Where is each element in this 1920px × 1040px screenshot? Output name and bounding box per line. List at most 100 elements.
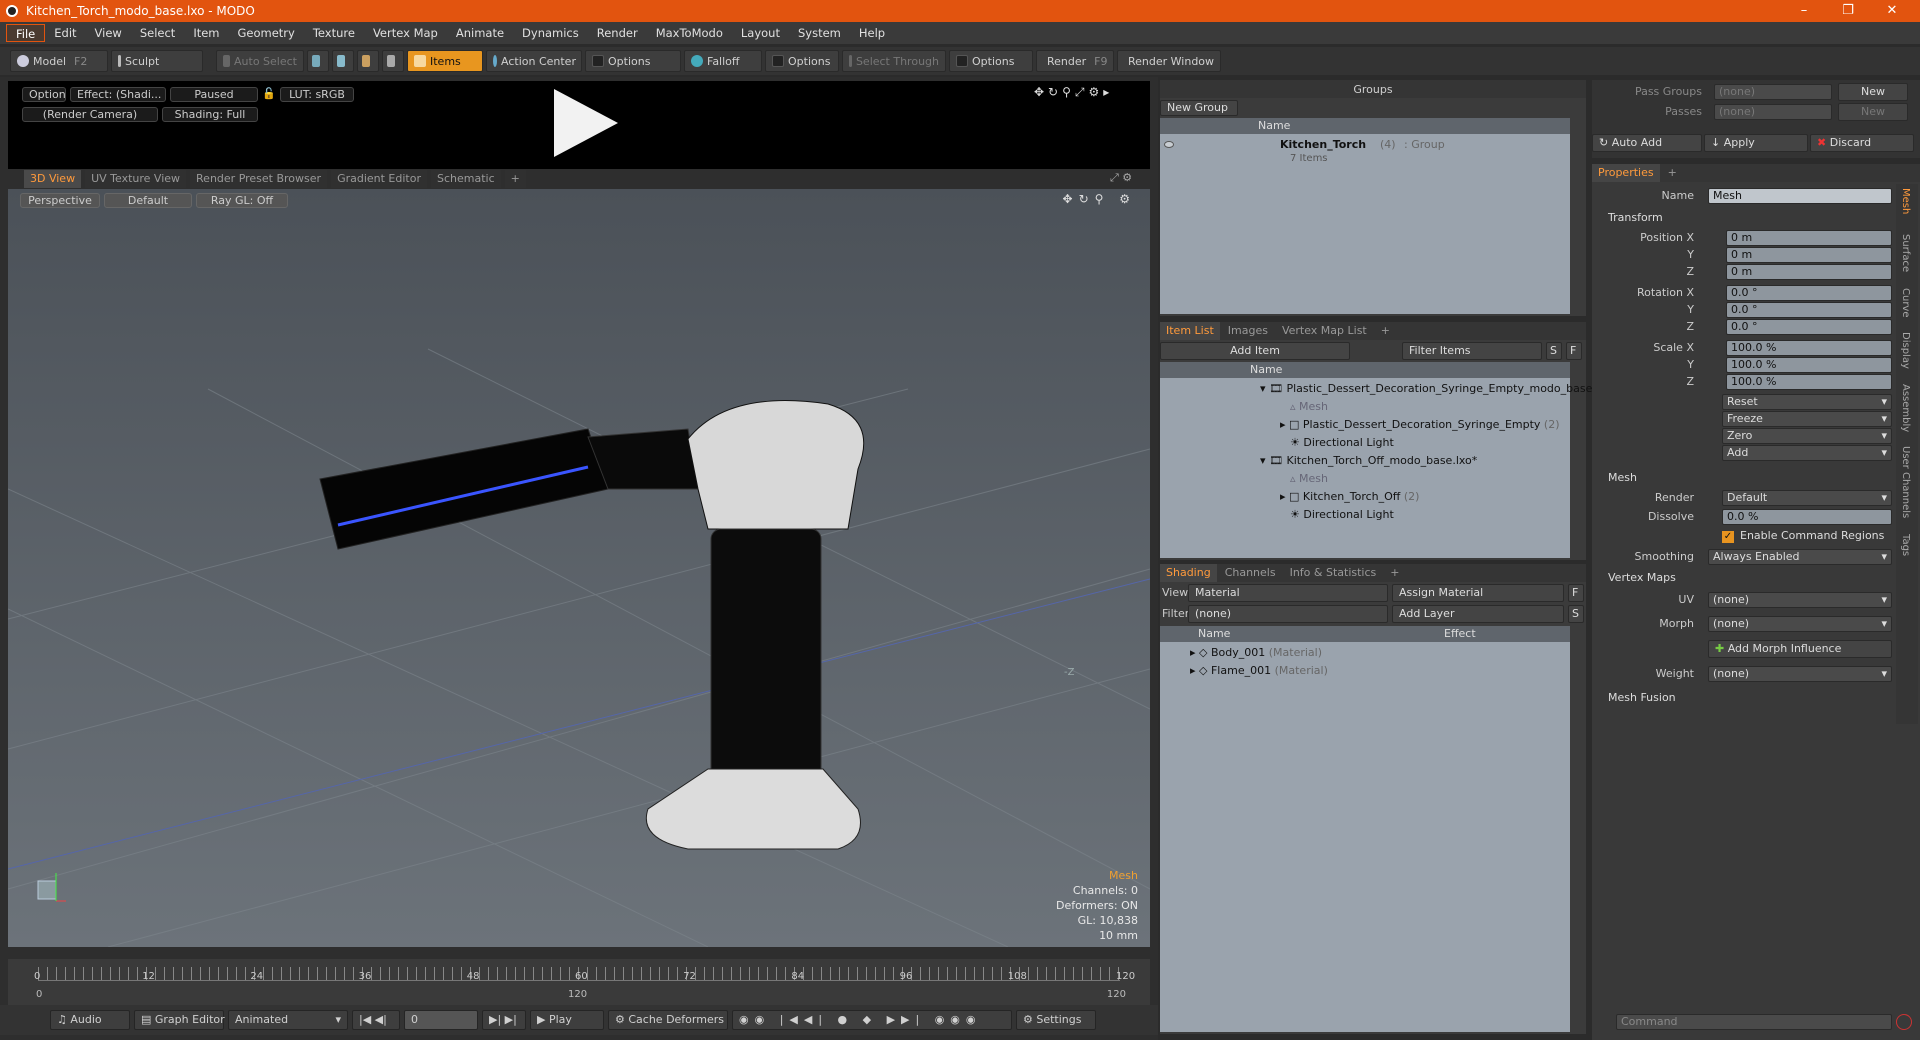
menu-layout[interactable]: Layout xyxy=(732,24,789,42)
tab-add[interactable]: + xyxy=(1384,564,1405,582)
tab-images[interactable]: Images xyxy=(1222,322,1274,340)
menu-vertex-map[interactable]: Vertex Map xyxy=(364,24,447,42)
list-item[interactable]: ☀ Directional Light xyxy=(1290,506,1394,524)
side-tab-surface[interactable]: Surface xyxy=(1900,234,1911,272)
viewport-nav-icon[interactable]: ✥↻⚲ ⚙ xyxy=(1063,192,1136,206)
menu-item[interactable]: Item xyxy=(184,24,228,42)
auto-select-button[interactable]: Auto Select xyxy=(216,50,304,72)
graph-editor-button[interactable]: ▤ Graph Editor xyxy=(134,1010,225,1030)
side-tab-display[interactable]: Display xyxy=(1900,332,1911,369)
tab-channels[interactable]: Channels xyxy=(1219,564,1282,582)
side-tab-tags[interactable]: Tags xyxy=(1900,534,1911,556)
action-center-options-button[interactable]: Options xyxy=(585,50,681,72)
3d-viewport[interactable]: Perspective Default Ray GL: Off ✥↻⚲ ⚙ -Z… xyxy=(8,189,1150,947)
filter-items-input[interactable]: Filter Items xyxy=(1402,342,1542,360)
scale-x-input[interactable]: 100.0 % xyxy=(1726,340,1892,356)
list-item[interactable]: ▾ 🎞 Plastic_Dessert_Decoration_Syringe_E… xyxy=(1260,380,1617,398)
scale-y-input[interactable]: 100.0 % xyxy=(1726,357,1892,373)
tab-schematic[interactable]: Schematic xyxy=(431,170,501,188)
transport-forward-icon[interactable]: ▶| ▶| xyxy=(482,1010,526,1030)
render-dropdown[interactable]: Default ▾ xyxy=(1722,490,1892,506)
new-group-button[interactable]: New Group xyxy=(1160,100,1238,116)
filter-dropdown[interactable]: (none) xyxy=(1188,605,1388,623)
new-pass-button[interactable]: New xyxy=(1838,103,1908,121)
tab-add[interactable]: + xyxy=(1662,164,1683,182)
add-item-dropdown[interactable]: Add Item xyxy=(1160,342,1350,360)
preview-effect-dropdown[interactable]: Effect: (Shadi... xyxy=(70,87,166,102)
audio-button[interactable]: ♫ Audio xyxy=(50,1010,130,1030)
menu-edit[interactable]: Edit xyxy=(45,24,85,42)
raygl-dropdown[interactable]: Ray GL: Off xyxy=(196,193,288,208)
tab-uv-texture-view[interactable]: UV Texture View xyxy=(85,170,187,188)
sculpt-button[interactable]: Sculpt xyxy=(111,50,203,72)
rotation-z-input[interactable]: 0.0 ° xyxy=(1726,319,1892,335)
items-f-button[interactable]: F xyxy=(1566,342,1582,360)
smoothing-dropdown[interactable]: Always Enabled ▾ xyxy=(1708,549,1892,565)
name-input[interactable]: Mesh xyxy=(1708,188,1892,204)
preview-view-controls-icon[interactable]: ✥↻⚲⤢⚙▸ xyxy=(1034,85,1113,100)
tab-vertex-map-list[interactable]: Vertex Map List xyxy=(1276,322,1373,340)
shading-s-button[interactable]: S xyxy=(1568,605,1584,623)
mesh-section[interactable]: Mesh xyxy=(1608,470,1637,486)
scale-z-input[interactable]: 100.0 % xyxy=(1726,374,1892,390)
frame-input[interactable]: 0 xyxy=(404,1010,478,1030)
position-z-input[interactable]: 0 m xyxy=(1726,264,1892,280)
select-through-button[interactable]: Select Through xyxy=(842,50,946,72)
view-dropdown[interactable]: Material xyxy=(1188,584,1388,602)
vertex-maps-section[interactable]: Vertex Maps xyxy=(1608,570,1676,586)
perspective-dropdown[interactable]: Perspective xyxy=(20,193,100,208)
menu-animate[interactable]: Animate xyxy=(447,24,513,42)
assign-material-button[interactable]: Assign Material xyxy=(1392,584,1564,602)
list-item[interactable]: ▸ □ Plastic_Dessert_Decoration_Syringe_E… xyxy=(1280,416,1560,434)
shader-tree[interactable]: Name Effect ▸ ◇ Body_001 (Material) ▸ ◇ … xyxy=(1160,626,1570,1032)
item-list[interactable]: Name ▾ 🎞 Plastic_Dessert_Decoration_Syri… xyxy=(1160,362,1617,558)
morph-dropdown[interactable]: (none) ▾ xyxy=(1708,616,1892,632)
edges-mode-button[interactable] xyxy=(332,50,354,72)
rotation-y-input[interactable]: 0.0 ° xyxy=(1726,302,1892,318)
new-pass-group-button[interactable]: New xyxy=(1838,83,1908,101)
list-item[interactable]: ▾ 🎞 Kitchen_Torch_Off_modo_base.lxo* xyxy=(1260,452,1477,470)
side-tab-curve[interactable]: Curve xyxy=(1900,288,1911,318)
list-item[interactable]: ▸ ◇ Flame_001 (Material) xyxy=(1190,662,1328,680)
items-s-button[interactable]: S xyxy=(1546,342,1562,360)
groups-list[interactable]: Name Kitchen_Torch (4) : Group 7 Items xyxy=(1160,118,1570,314)
add-dropdown[interactable]: Add ▾ xyxy=(1722,445,1892,461)
menu-maxtomodo[interactable]: MaxToModo xyxy=(647,24,732,42)
tab-add[interactable]: + xyxy=(1375,322,1396,340)
list-item[interactable]: ▵ Mesh xyxy=(1290,470,1328,488)
add-layer-dropdown[interactable]: Add Layer xyxy=(1392,605,1564,623)
list-item[interactable]: ▸ ◇ Body_001 (Material) xyxy=(1190,644,1322,662)
command-input[interactable]: Command xyxy=(1616,1014,1892,1030)
tab-properties[interactable]: Properties xyxy=(1592,164,1660,182)
weight-dropdown[interactable]: (none) ▾ xyxy=(1708,666,1892,682)
play-icon[interactable] xyxy=(554,89,618,157)
side-tab-user-channels[interactable]: User Channels xyxy=(1900,446,1911,518)
key-controls-icon[interactable]: ◉◉ |◀◀| ● ◆ ▶▶| ◉◉◉ xyxy=(732,1010,1012,1030)
transport-rewind-icon[interactable]: |◀ ◀| xyxy=(352,1010,400,1030)
rotation-x-input[interactable]: 0.0 ° xyxy=(1726,285,1892,301)
restore-icon[interactable]: ❐ xyxy=(1826,0,1870,22)
menu-geometry[interactable]: Geometry xyxy=(229,24,304,42)
position-y-input[interactable]: 0 m xyxy=(1726,247,1892,263)
lock-icon[interactable]: 🔓 xyxy=(262,87,276,100)
tab-3d-view[interactable]: 3D View xyxy=(24,170,82,188)
tab-render-preset-browser[interactable]: Render Preset Browser xyxy=(190,170,328,188)
play-button[interactable]: ▶ Play xyxy=(530,1010,604,1030)
list-item[interactable]: ▸ □ Kitchen_Torch_Off (2) xyxy=(1280,488,1419,506)
passes-dropdown[interactable]: (none) xyxy=(1714,104,1832,120)
animated-dropdown[interactable]: Animated ▾ xyxy=(228,1010,348,1030)
preview-paused-button[interactable]: Paused xyxy=(170,87,258,102)
preview-options-button[interactable]: Options xyxy=(22,87,66,102)
list-item[interactable]: ▵ Mesh xyxy=(1290,398,1328,416)
add-morph-influence-button[interactable]: ✚ Add Morph Influence xyxy=(1708,640,1892,658)
tab-item-list[interactable]: Item List xyxy=(1160,322,1220,340)
zero-dropdown[interactable]: Zero ▾ xyxy=(1722,428,1892,444)
transform-section[interactable]: Transform xyxy=(1608,210,1663,226)
close-icon[interactable]: ✕ xyxy=(1870,0,1914,22)
vertices-mode-button[interactable] xyxy=(307,50,329,72)
apply-button[interactable]: ↓ Apply xyxy=(1704,134,1808,152)
stop-icon[interactable] xyxy=(1896,1014,1912,1030)
default-style-dropdown[interactable]: Default xyxy=(104,193,192,208)
side-tab-mesh[interactable]: Mesh xyxy=(1900,188,1911,214)
model-button[interactable]: Model F2 xyxy=(10,50,108,72)
